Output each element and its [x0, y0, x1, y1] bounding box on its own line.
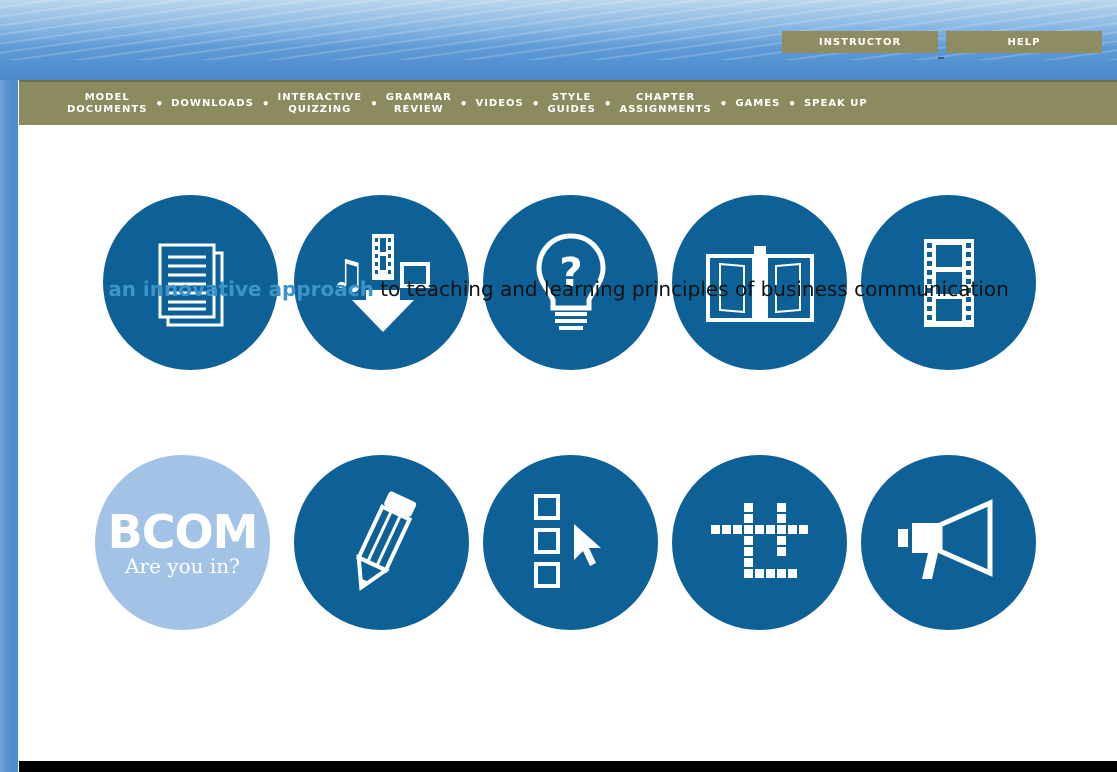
megaphone-icon [897, 498, 992, 579]
nav-separator: • [370, 96, 378, 111]
tagline-accent: an innovative approach [108, 277, 374, 301]
speak-up-tile[interactable] [861, 455, 1036, 630]
nav-item-grammar-review[interactable]: GRAMMAR REVIEW [386, 92, 452, 116]
nav-separator: • [459, 96, 468, 111]
nav-item-interactive-quizzing[interactable]: INTERACTIVE QUIZZING [277, 92, 362, 116]
crossword-icon [710, 502, 808, 578]
tagline-rest: to teaching and learning principles of b… [373, 277, 1009, 301]
tagline: an innovative approach to teaching and l… [0, 277, 1117, 301]
nav-separator: • [603, 96, 612, 111]
nav-separator: • [531, 96, 540, 111]
instructor-button[interactable]: INSTRUCTOR [782, 31, 938, 53]
nav-item-chapter-assignments[interactable]: CHAPTER ASSIGNMENTS [620, 92, 712, 116]
nav-separator: • [788, 96, 796, 111]
nav-item-style-guides[interactable]: STYLE GUIDES [547, 92, 595, 116]
pencil-icon [355, 490, 416, 591]
bcom-logo: BCOM Are you in? [107, 504, 259, 578]
bcom-subtitle: Are you in? [125, 553, 240, 578]
chapter-assignments-tile[interactable] [294, 455, 469, 630]
checklist-cursor-icon [533, 493, 601, 588]
bcom-logo-tile[interactable]: BCOM Are you in? [95, 455, 270, 630]
nav-item-speak-up[interactable]: SPEAK UP [804, 98, 868, 110]
nav-item-downloads[interactable]: DOWNLOADS [171, 98, 254, 110]
nav-separator: • [261, 96, 270, 111]
checklist-tile[interactable] [483, 455, 658, 630]
help-button[interactable]: HELP [946, 31, 1102, 53]
nav-item-model-documents[interactable]: MODEL DOCUMENTS [67, 92, 147, 116]
nav-separator: • [719, 96, 728, 111]
instructor-link-marker [938, 57, 944, 59]
games-tile[interactable] [672, 455, 847, 630]
nav-item-videos[interactable]: VIDEOS [475, 98, 523, 110]
nav-item-games[interactable]: GAMES [735, 98, 780, 110]
nav-separator: • [155, 96, 164, 111]
main-nav: MODEL DOCUMENTS • DOWNLOADS • INTERACTIV… [19, 80, 1117, 125]
bcom-title: BCOM [107, 504, 259, 559]
bottom-bar [19, 761, 1117, 772]
